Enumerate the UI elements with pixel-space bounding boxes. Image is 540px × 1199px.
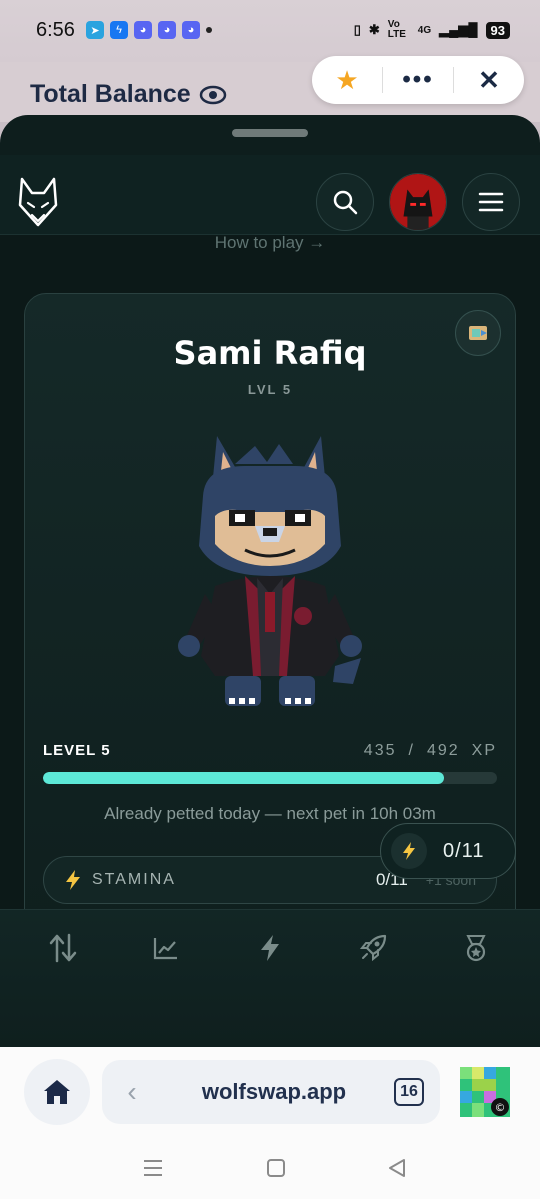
nav-swap[interactable] bbox=[43, 928, 83, 968]
nav-rewards[interactable] bbox=[456, 928, 496, 968]
pet-level-tag: LVL 5 bbox=[247, 382, 293, 397]
search-button[interactable] bbox=[316, 173, 374, 231]
battery-level: 93 bbox=[485, 21, 510, 39]
search-icon bbox=[333, 190, 358, 215]
star-icon[interactable]: ★ bbox=[312, 65, 382, 96]
hamburger-icon bbox=[478, 192, 504, 212]
bolt-icon-wrapper bbox=[391, 833, 427, 869]
svg-text:©: © bbox=[495, 1101, 506, 1114]
floating-stamina-chip[interactable]: 0/11 bbox=[380, 823, 516, 879]
xp-separator: / bbox=[408, 742, 415, 759]
sheet-drag-handle[interactable] bbox=[232, 129, 308, 137]
close-icon[interactable]: ✕ bbox=[454, 65, 524, 96]
more-notifications-dot bbox=[206, 27, 212, 33]
floating-stamina-value: 0/11 bbox=[443, 839, 485, 862]
bottom-nav bbox=[0, 909, 540, 1047]
back-icon[interactable] bbox=[384, 1155, 410, 1181]
status-time: 6:56 bbox=[36, 19, 75, 41]
messenger-icon: ϟ bbox=[110, 21, 128, 39]
profile-avatar[interactable] bbox=[389, 173, 447, 231]
xp-readout: 435 / 492 XP bbox=[364, 742, 497, 760]
total-balance-title: Total Balance bbox=[30, 80, 191, 108]
url-text[interactable]: wolfswap.app bbox=[162, 1079, 386, 1105]
signal-icon: ▂▄▆█ bbox=[439, 22, 478, 37]
discord-icon: ◕ bbox=[134, 21, 152, 39]
discord-icon: ◕ bbox=[182, 21, 200, 39]
app-header bbox=[0, 155, 540, 235]
address-bar[interactable]: ‹ wolfswap.app 16 bbox=[102, 1060, 440, 1124]
bluetooth-icon: ✱ bbox=[368, 22, 380, 37]
bolt-icon bbox=[66, 870, 80, 890]
bolt-icon bbox=[261, 935, 279, 961]
xp-unit: XP bbox=[471, 742, 497, 759]
telegram-icon: ➤ bbox=[86, 21, 104, 39]
browser-action-pill: ★ ••• ✕ bbox=[312, 56, 524, 104]
pet-name: Sami Rafiq bbox=[173, 334, 367, 372]
menu-button[interactable] bbox=[462, 173, 520, 231]
nav-launch[interactable] bbox=[353, 928, 393, 968]
status-indicators: ▯ ✱ Vo LTE 4G ▂▄▆█ 93 bbox=[354, 20, 510, 40]
stamina-label: STAMINA bbox=[92, 871, 176, 888]
recent-apps-icon[interactable] bbox=[140, 1155, 166, 1181]
wolf-pet-image[interactable] bbox=[175, 426, 365, 716]
xp-progress-bar bbox=[43, 772, 497, 784]
rocket-icon bbox=[359, 934, 387, 962]
xp-current: 435 bbox=[363, 742, 397, 759]
xp-max: 492 bbox=[426, 742, 460, 759]
home-icon bbox=[44, 1080, 70, 1104]
eye-icon[interactable] bbox=[199, 85, 227, 105]
chart-icon bbox=[153, 938, 177, 960]
chevron-left-icon[interactable]: ‹ bbox=[102, 1076, 162, 1108]
vibrate-icon: ▯ bbox=[353, 22, 361, 37]
nav-chart[interactable] bbox=[146, 928, 186, 968]
wolf-logo-icon[interactable] bbox=[18, 177, 58, 227]
site-favicon-icon[interactable]: © bbox=[460, 1067, 510, 1117]
nav-stamina[interactable] bbox=[250, 928, 290, 968]
total-balance-heading: Total Balance bbox=[30, 80, 227, 109]
home-system-icon[interactable] bbox=[263, 1155, 289, 1181]
volte-label: Vo LTE bbox=[387, 19, 406, 40]
status-bar: 6:56 ➤ ϟ ◕ ◕ ◕ ▯ ✱ Vo LTE 4G ▂▄▆█ 93 bbox=[0, 0, 540, 62]
level-label: LEVEL 5 bbox=[43, 742, 111, 759]
discord-icon: ◕ bbox=[158, 21, 176, 39]
pet-status-text: Already petted today — next pet in 10h 0… bbox=[104, 804, 436, 823]
more-icon[interactable]: ••• bbox=[383, 66, 453, 94]
browser-bottom-bar: ‹ wolfswap.app 16 © bbox=[0, 1047, 540, 1137]
system-navigation-bar bbox=[0, 1137, 540, 1199]
browser-home-button[interactable] bbox=[24, 1059, 90, 1125]
xp-progress-fill bbox=[43, 772, 445, 784]
bolt-icon bbox=[403, 842, 415, 860]
network-label: 4G bbox=[417, 24, 432, 36]
medal-icon bbox=[466, 935, 486, 962]
app-sheet: How to play → Sami Rafiq LVL 5 LEVEL 5 4… bbox=[0, 115, 540, 1047]
status-notification-icons: ➤ ϟ ◕ ◕ ◕ bbox=[86, 21, 212, 39]
tab-count-button[interactable]: 16 bbox=[394, 1078, 424, 1106]
how-to-play-link[interactable]: How to play → bbox=[0, 233, 540, 253]
avatar bbox=[390, 174, 446, 230]
swap-icon bbox=[49, 933, 77, 963]
